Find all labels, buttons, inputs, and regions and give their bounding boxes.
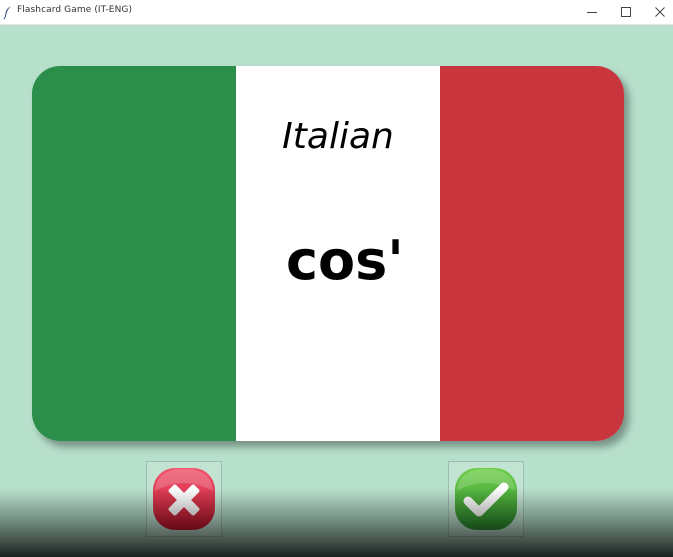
- flag-stripe-green: [32, 66, 236, 441]
- title-bar: Flashcard Game (IT-ENG): [0, 0, 673, 25]
- app-window: Flashcard Game (IT-ENG) Italian cos': [0, 0, 673, 557]
- card-language-title: Italian: [282, 116, 394, 157]
- card-word: cos': [286, 229, 404, 292]
- maximize-button[interactable]: [609, 0, 643, 24]
- cross-icon: [153, 468, 215, 530]
- wrong-button[interactable]: [146, 461, 222, 537]
- checkmark-icon: [455, 468, 517, 530]
- minimize-icon: [587, 12, 597, 13]
- flag-stripe-red: [440, 66, 624, 441]
- feather-icon: [3, 6, 11, 19]
- bottom-shadow-overlay: [0, 488, 673, 557]
- window-title: Flashcard Game (IT-ENG): [17, 5, 133, 15]
- minimize-button[interactable]: [575, 0, 609, 24]
- right-button[interactable]: [448, 461, 524, 537]
- maximize-icon: [621, 7, 631, 17]
- close-button[interactable]: [643, 0, 673, 24]
- close-icon: [655, 7, 665, 17]
